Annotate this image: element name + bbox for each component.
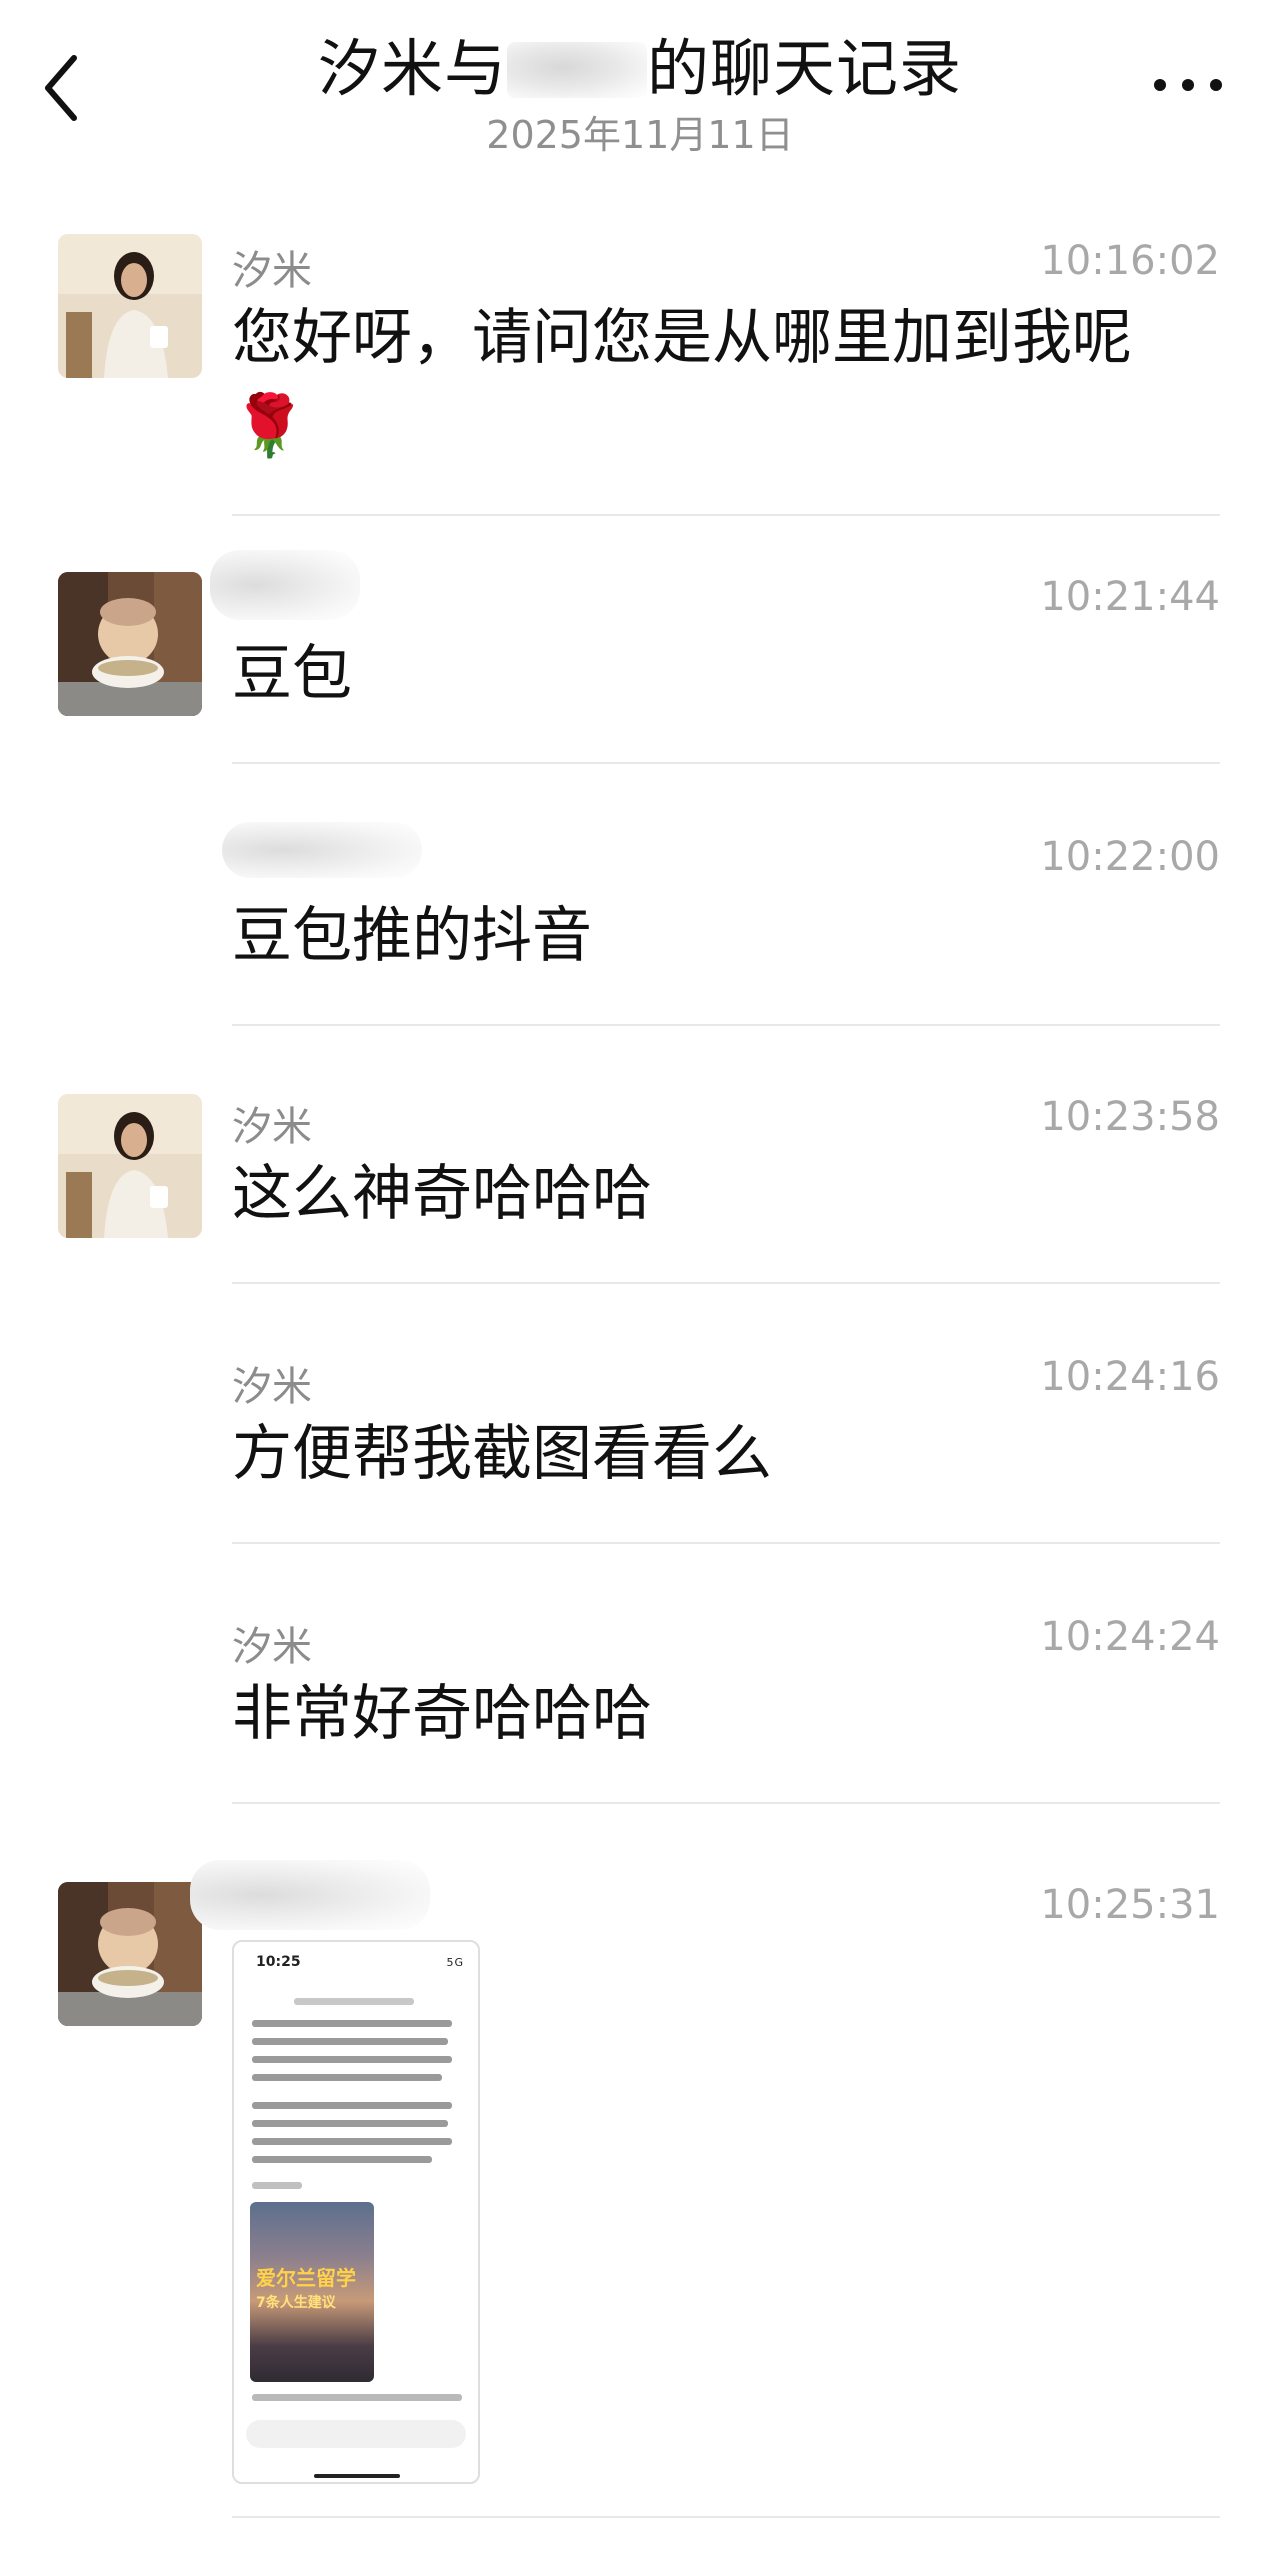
avatar[interactable] xyxy=(58,1882,202,2026)
message-time: 10:23:58 xyxy=(1040,1094,1220,1140)
message-divider xyxy=(232,2516,1220,2518)
sender-name: 汐米 xyxy=(232,1104,312,1150)
screenshot-text-line xyxy=(252,2038,448,2045)
message-divider xyxy=(232,762,1220,764)
screenshot-header-line xyxy=(294,1998,414,2005)
message-divider xyxy=(232,1024,1220,1026)
title-prefix: 汐米与 xyxy=(317,32,507,105)
screenshot-text-line xyxy=(252,2156,432,2163)
title-suffix: 的聊天记录 xyxy=(647,32,963,105)
chat-message: 10:25:31 10:25 5G 爱尔兰留学 7条人生建议 xyxy=(0,1860,1280,2520)
page-title: 汐米与 的聊天记录 xyxy=(0,18,1280,108)
message-time: 10:21:44 xyxy=(1040,574,1220,620)
chat-date: 2025年11月11日 xyxy=(486,113,794,157)
avatar[interactable] xyxy=(58,572,202,716)
message-text: 豆包 xyxy=(232,639,352,709)
message-text: 这么神奇哈哈哈 xyxy=(232,1159,652,1229)
message-time: 10:25:31 xyxy=(1040,1882,1220,1928)
screenshot-input-bar xyxy=(246,2420,466,2448)
screenshot-status-bar: 10:25 5G xyxy=(234,1942,478,1992)
more-button[interactable] xyxy=(1150,70,1226,100)
sender-name: 汐米 xyxy=(232,1624,312,1670)
rose-emoji: 🌹 xyxy=(232,391,307,461)
screenshot-status-icons: 5G xyxy=(446,1956,464,1969)
screenshot-text-line xyxy=(252,2138,452,2145)
message-body: 您好呀，请问您是从哪里加到我呢 xyxy=(232,303,1132,373)
screenshot-text-line xyxy=(252,2120,448,2127)
sender-name: 汐米 xyxy=(232,1364,312,1410)
message-time: 10:16:02 xyxy=(1040,238,1220,284)
screenshot-text-line xyxy=(252,2020,452,2027)
blurred-sender-name xyxy=(210,550,360,620)
screenshot-text-line xyxy=(252,2056,452,2063)
message-text: 您好呀，请问您是从哪里加到我呢 🌹 xyxy=(232,294,1220,470)
message-divider xyxy=(232,1802,1220,1804)
avatar[interactable] xyxy=(58,1094,202,1238)
chat-message: 10:22:00 豆包推的抖音 xyxy=(0,800,1280,1030)
chat-message: 汐米 10:16:02 您好呀，请问您是从哪里加到我呢 🌹 xyxy=(0,230,1280,520)
message-text: 豆包推的抖音 xyxy=(232,901,592,971)
woman-avatar-icon xyxy=(58,1094,202,1238)
screenshot-toolbar-line xyxy=(252,2394,462,2401)
screenshot-video-thumbnail: 爱尔兰留学 7条人生建议 xyxy=(250,2202,374,2382)
woman-avatar-icon xyxy=(58,234,202,378)
screenshot-text-line xyxy=(252,2102,452,2109)
message-text: 非常好奇哈哈哈 xyxy=(232,1679,652,1749)
avatar[interactable] xyxy=(58,234,202,378)
child-avatar-icon xyxy=(58,1882,202,2026)
video-title-main: 爱尔兰留学 xyxy=(256,2266,356,2290)
sender-name: 汐米 xyxy=(232,248,312,294)
child-avatar-icon xyxy=(58,572,202,716)
screenshot-text-line xyxy=(252,2074,442,2081)
chat-message: 汐米 10:24:16 方便帮我截图看看么 xyxy=(0,1350,1280,1550)
screenshot-status-time: 10:25 xyxy=(256,1954,301,1970)
chat-history-header: 汐米与 的聊天记录 2025年11月11日 xyxy=(0,0,1280,180)
video-title-sub: 7条人生建议 xyxy=(256,2295,336,2311)
screenshot-label-line xyxy=(252,2182,302,2189)
screenshot-image-attachment[interactable]: 10:25 5G 爱尔兰留学 7条人生建议 xyxy=(232,1940,480,2484)
blurred-contact-name xyxy=(507,42,647,98)
message-divider xyxy=(232,1542,1220,1544)
blurred-sender-name xyxy=(190,1860,430,1930)
message-time: 10:24:24 xyxy=(1040,1614,1220,1660)
chat-message: 10:21:44 豆包 xyxy=(0,550,1280,770)
screenshot-home-indicator xyxy=(314,2474,400,2478)
message-time: 10:22:00 xyxy=(1040,834,1220,880)
message-text: 方便帮我截图看看么 xyxy=(232,1419,772,1489)
message-time: 10:24:16 xyxy=(1040,1354,1220,1400)
more-dots-icon xyxy=(1154,79,1222,91)
chat-message: 汐米 10:24:24 非常好奇哈哈哈 xyxy=(0,1610,1280,1810)
message-divider xyxy=(232,514,1220,516)
message-divider xyxy=(232,1282,1220,1284)
chat-message: 汐米 10:23:58 这么神奇哈哈哈 xyxy=(0,1090,1280,1290)
blurred-sender-name xyxy=(222,822,422,878)
